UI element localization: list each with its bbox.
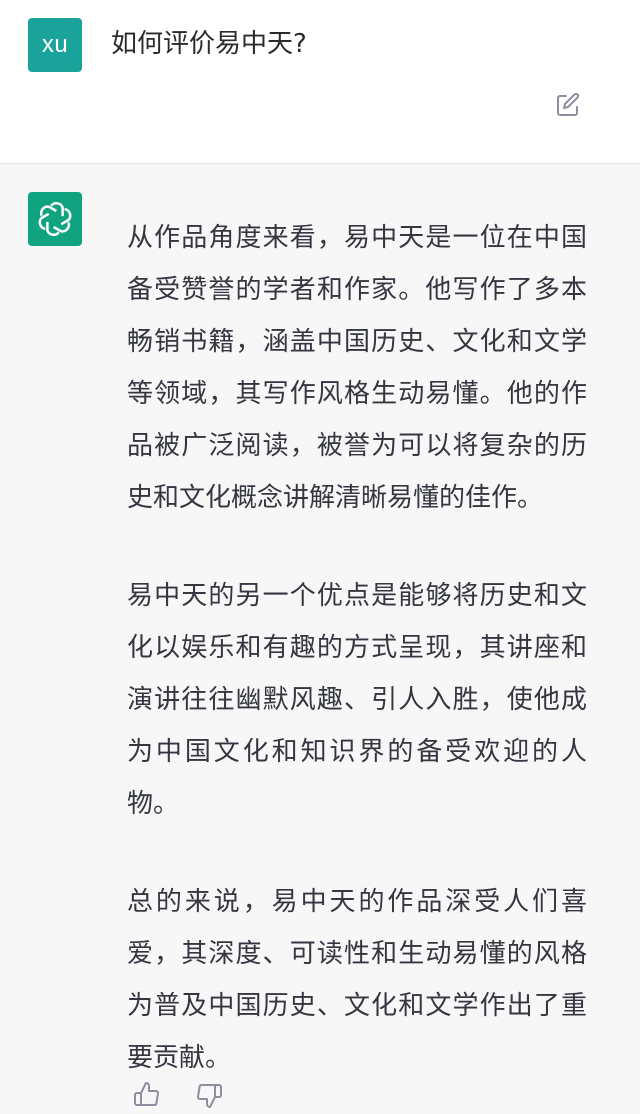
- answer-paragraph-3: 总的来说，易中天的作品深受人们喜爱，其深度、可读性和生动易懂的风格为普及中国历史…: [127, 887, 587, 1073]
- chat-page: xu 如何评价易中天? 从作品角度来看，易中天是一位在中国备受赞誉的学者和作家。…: [0, 0, 640, 1114]
- user-avatar: xu: [28, 18, 82, 72]
- openai-logo-icon: [38, 202, 72, 236]
- answer-paragraph-2: 易中天的另一个优点是能够将历史和文化以娱乐和有趣的方式呈现，其讲座和演讲往往幽默…: [127, 581, 587, 819]
- user-message-text: 如何评价易中天?: [111, 29, 307, 59]
- feedback-buttons: [133, 1080, 223, 1110]
- assistant-avatar: [28, 192, 82, 246]
- assistant-answer: 从作品角度来看，易中天是一位在中国备受赞誉的学者和作家。他写作了多本畅销书籍，涵…: [127, 212, 587, 1114]
- assistant-message: 从作品角度来看，易中天是一位在中国备受赞誉的学者和作家。他写作了多本畅销书籍，涵…: [0, 164, 640, 1114]
- edit-icon[interactable]: [553, 90, 583, 120]
- answer-paragraph-1: 从作品角度来看，易中天是一位在中国备受赞誉的学者和作家。他写作了多本畅销书籍，涵…: [127, 223, 587, 513]
- thumbs-down-icon[interactable]: [195, 1080, 223, 1110]
- user-message: xu 如何评价易中天?: [0, 0, 640, 164]
- user-avatar-label: xu: [41, 31, 69, 58]
- thumbs-up-icon[interactable]: [133, 1080, 161, 1110]
